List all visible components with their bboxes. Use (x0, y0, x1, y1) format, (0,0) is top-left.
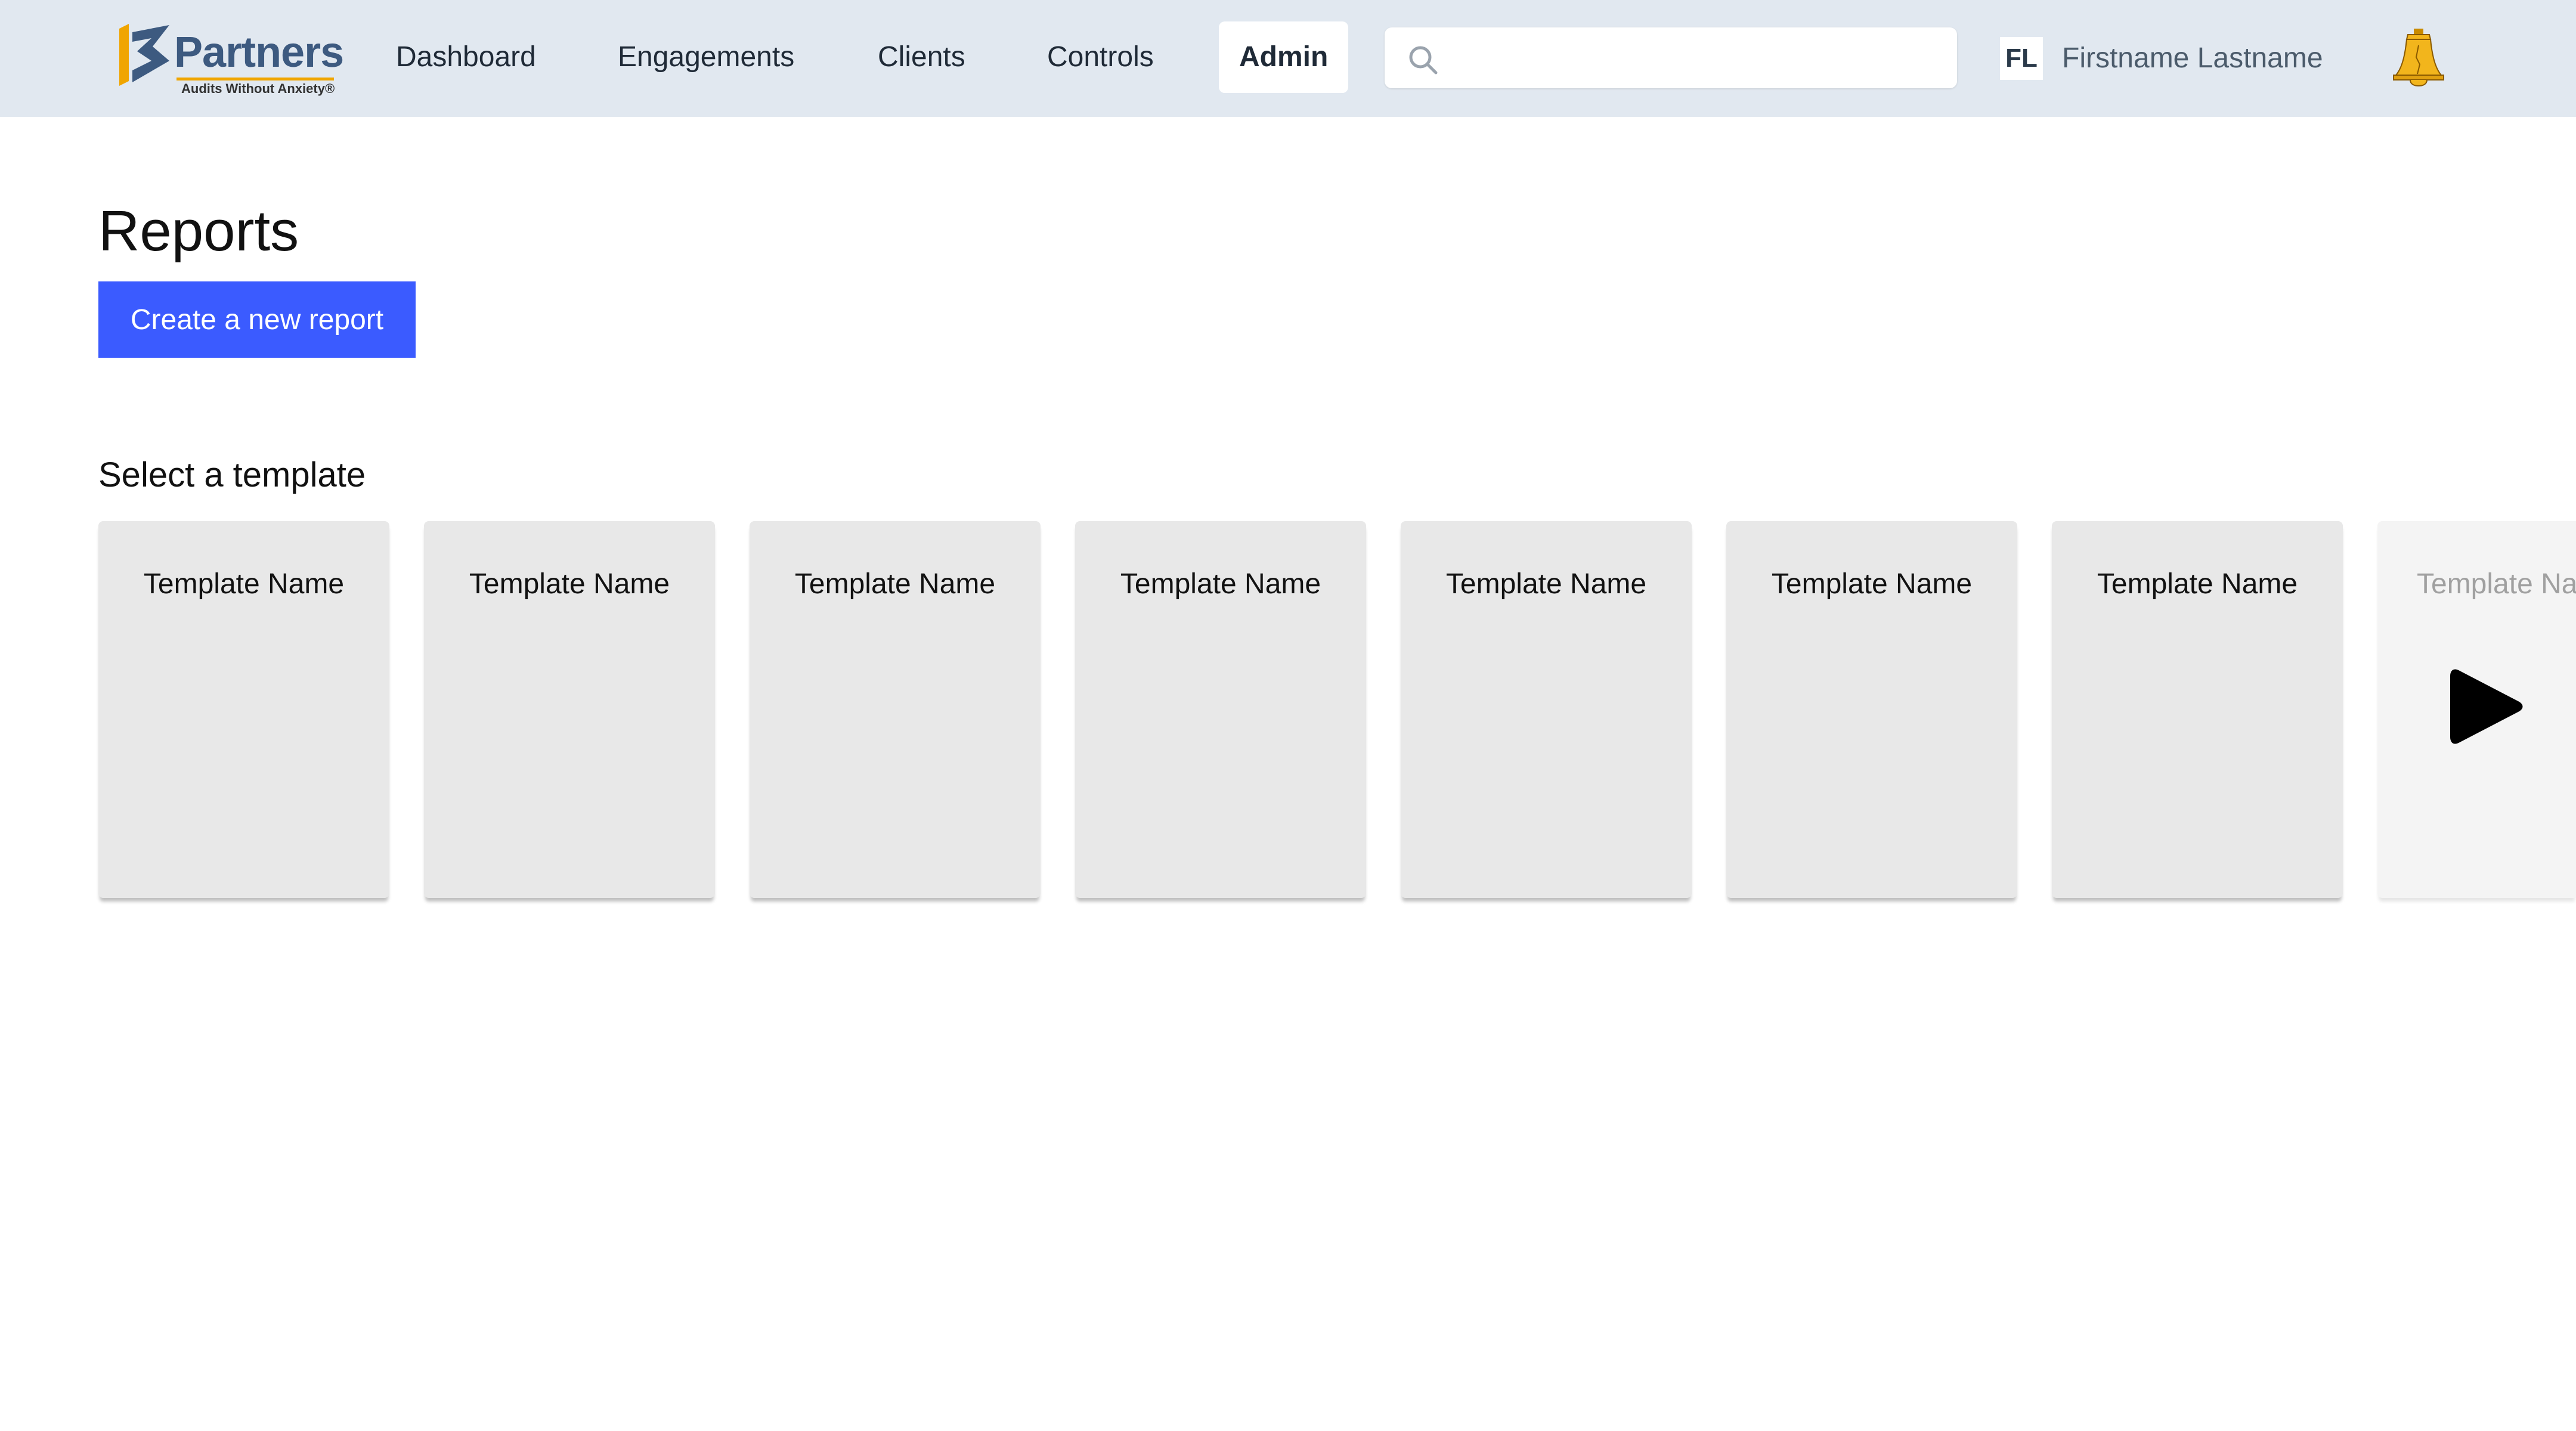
template-name: Template Name (2097, 568, 2298, 600)
template-name: Template Name (794, 568, 996, 600)
template-card[interactable]: Template Name (750, 521, 1041, 898)
nav-engagements[interactable]: Engagements (618, 21, 794, 93)
liberty-bell-icon[interactable] (2392, 27, 2445, 87)
templates-heading: Select a template (98, 456, 366, 494)
create-report-button[interactable]: Create a new report (98, 281, 416, 358)
template-card[interactable]: Template Name (2052, 521, 2343, 898)
template-card[interactable]: Template Name (1401, 521, 1692, 898)
nav-controls[interactable]: Controls (1047, 21, 1154, 93)
template-card[interactable]: Template Name (424, 521, 715, 898)
template-name: Template Name (1771, 568, 1973, 600)
search-input[interactable] (1450, 38, 1942, 79)
page-title: Reports (98, 199, 299, 264)
search-box[interactable] (1385, 27, 1957, 88)
nav-clients[interactable]: Clients (878, 21, 965, 93)
template-card[interactable]: Template Name (1075, 521, 1366, 898)
template-card[interactable]: Template Name (1726, 521, 2017, 898)
template-name: Template Name (1120, 568, 1321, 600)
user-avatar[interactable]: FL (2000, 37, 2043, 80)
logo-text: Partners (174, 29, 344, 76)
nav-dashboard[interactable]: Dashboard (396, 21, 536, 93)
template-name: Template Name (143, 568, 345, 600)
top-navigation-bar: Partners Audits Without Anxiety® Dashboa… (0, 0, 2576, 117)
logo-mark-icon (119, 24, 169, 86)
search-icon (1409, 46, 1438, 75)
play-icon[interactable] (2448, 664, 2525, 749)
nav-admin[interactable]: Admin (1219, 21, 1349, 93)
template-name: Template Na (2417, 568, 2576, 600)
template-name: Template Name (469, 568, 670, 600)
logo-tagline: Audits Without Anxiety® (181, 81, 335, 96)
template-card[interactable]: Template Name (98, 521, 389, 898)
partners-logo[interactable]: Partners Audits Without Anxiety® (117, 21, 344, 97)
template-name: Template Name (1445, 568, 1647, 600)
template-card-partial[interactable]: Template Na (2377, 521, 2576, 898)
user-name[interactable]: Firstname Lastname (2062, 21, 2323, 95)
